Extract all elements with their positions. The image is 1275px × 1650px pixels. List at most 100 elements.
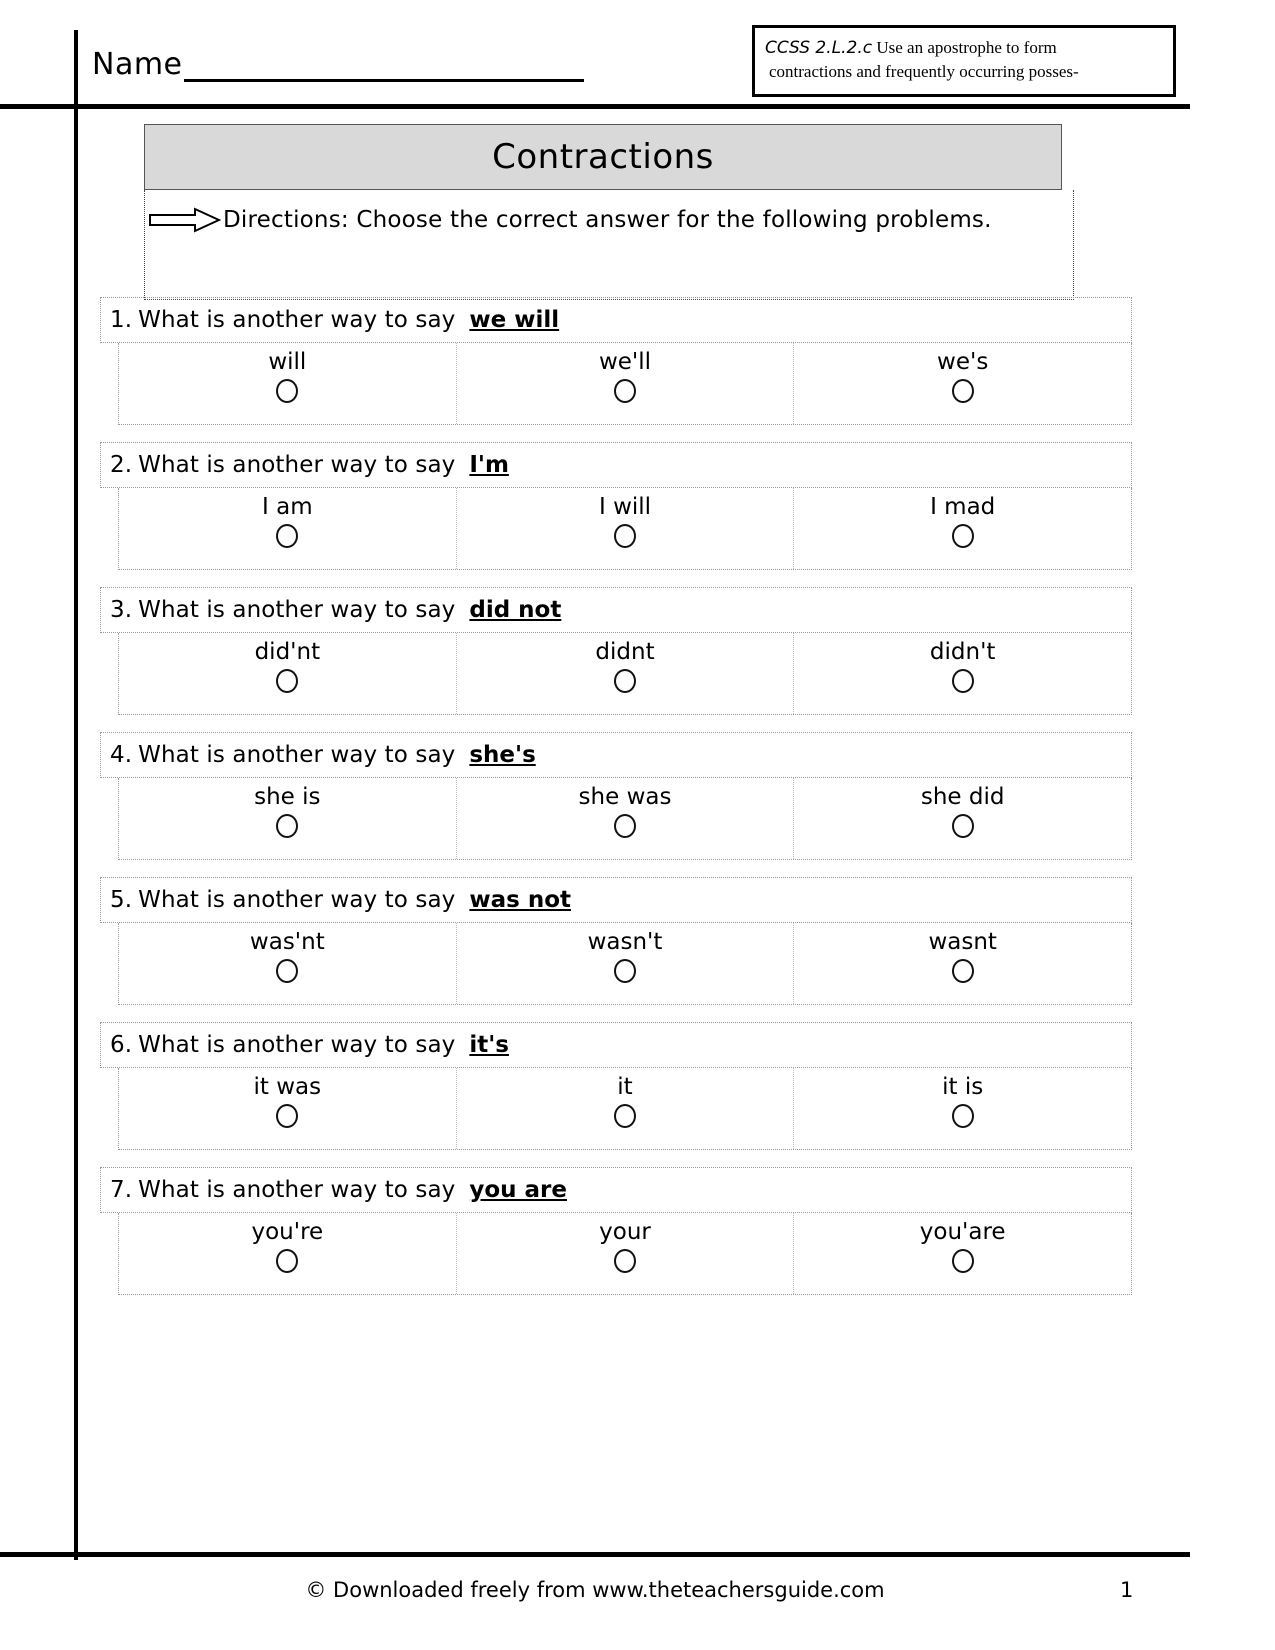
answer-option[interactable]: she was [457, 778, 795, 859]
answer-bubble[interactable] [276, 524, 299, 548]
arrow-right-icon [149, 207, 222, 233]
question-phrase: you are [469, 1177, 567, 1203]
question-row: 3. What is another way to say did not [100, 587, 1132, 633]
answer-bubble[interactable] [951, 379, 974, 403]
question-block: 6. What is another way to say it's it wa… [100, 1022, 1132, 1150]
answer-option[interactable]: it is [794, 1068, 1131, 1149]
question-stem: What is another way to say [138, 887, 456, 913]
answer-label: wasnt [928, 929, 997, 955]
question-phrase: I'm [469, 452, 509, 478]
answer-label: you're [251, 1219, 324, 1245]
answer-bubble[interactable] [276, 1104, 299, 1128]
answer-bubble[interactable] [951, 959, 974, 983]
answers-row: it was it it is [118, 1068, 1132, 1150]
answer-label: she did [920, 784, 1005, 810]
answer-bubble[interactable] [951, 1104, 974, 1128]
name-label: Name [92, 47, 183, 82]
question-number: 7. [110, 1177, 133, 1203]
answer-bubble[interactable] [614, 959, 636, 983]
question-row: 5. What is another way to say was not [100, 877, 1132, 923]
answer-bubble[interactable] [614, 669, 636, 693]
answers-row: was'nt wasn't wasnt [118, 923, 1132, 1005]
name-field-block: Name [92, 48, 584, 82]
directions-text: Directions: Choose the correct answer fo… [223, 207, 992, 233]
answer-bubble[interactable] [614, 379, 636, 403]
answer-option[interactable]: your [457, 1213, 795, 1294]
answer-bubble[interactable] [614, 524, 636, 548]
answer-option[interactable]: it [457, 1068, 795, 1149]
answer-bubble[interactable] [951, 814, 974, 838]
answer-label: you'are [919, 1219, 1006, 1245]
answer-bubble[interactable] [276, 379, 299, 403]
name-input-line[interactable] [183, 49, 584, 82]
answer-option[interactable]: will [119, 343, 457, 424]
question-stem: What is another way to say [138, 1177, 456, 1203]
question-stem: What is another way to say [138, 742, 456, 768]
answer-option[interactable]: you're [119, 1213, 457, 1294]
question-phrase: we will [469, 307, 560, 333]
page-left-rule [74, 30, 78, 1560]
answer-label: your [599, 1219, 651, 1245]
question-row: 1. What is another way to say we will [100, 297, 1132, 343]
question-block: 7. What is another way to say you are yo… [100, 1167, 1132, 1295]
question-phrase: it's [469, 1032, 509, 1058]
answer-bubble[interactable] [951, 524, 974, 548]
answer-option[interactable]: I mad [794, 488, 1131, 569]
question-block: 1. What is another way to say we will wi… [100, 297, 1132, 425]
answer-label: will [268, 349, 307, 375]
answer-option[interactable]: she is [119, 778, 457, 859]
answer-bubble[interactable] [614, 1249, 636, 1273]
footer-credit: © Downloaded freely from www.theteachers… [305, 1578, 885, 1602]
page-title: Contractions [492, 137, 714, 177]
question-row: 4. What is another way to say she's [100, 732, 1132, 778]
answer-bubble[interactable] [951, 669, 974, 693]
answer-option[interactable]: we'll [457, 343, 795, 424]
answer-label: she is [254, 784, 321, 810]
ccss-standard-box: CCSS 2.L.2.c Use an apostrophe to form c… [752, 25, 1176, 97]
answers-row: I am I will I mad [118, 488, 1132, 570]
answer-bubble[interactable] [276, 669, 299, 693]
question-row: 6. What is another way to say it's [100, 1022, 1132, 1068]
question-number: 3. [110, 597, 133, 623]
answer-bubble[interactable] [276, 814, 299, 838]
answer-option[interactable]: you'are [794, 1213, 1131, 1294]
answer-bubble[interactable] [276, 1249, 299, 1273]
answer-label: we'll [598, 349, 652, 375]
answer-bubble[interactable] [276, 959, 299, 983]
answers-row: she is she was she did [118, 778, 1132, 860]
answer-option[interactable]: wasn't [457, 923, 795, 1004]
answer-option[interactable]: was'nt [119, 923, 457, 1004]
questions-list: 1. What is another way to say we will wi… [100, 297, 1132, 1312]
answer-option[interactable]: didnt [457, 633, 795, 714]
ccss-description-line-2: contractions and frequently occurring po… [769, 62, 1079, 81]
question-phrase: did not [469, 597, 562, 623]
question-stem: What is another way to say [138, 307, 456, 333]
page-bottom-rule [0, 1552, 1190, 1557]
answer-option[interactable]: didn't [794, 633, 1131, 714]
question-block: 3. What is another way to say did not di… [100, 587, 1132, 715]
answer-label: it is [942, 1074, 984, 1100]
answer-option[interactable]: I will [457, 488, 795, 569]
question-phrase: she's [469, 742, 536, 768]
answer-option[interactable]: did'nt [119, 633, 457, 714]
question-phrase: was not [469, 887, 571, 913]
answer-label: I am [262, 494, 313, 520]
answer-label: wasn't [587, 929, 663, 955]
page-number: 1 [1120, 1578, 1134, 1602]
answer-label: didnt [595, 639, 655, 665]
answer-option[interactable]: we's [794, 343, 1131, 424]
answer-label: it [617, 1074, 633, 1100]
question-row: 2. What is another way to say I'm [100, 442, 1132, 488]
question-block: 2. What is another way to say I'm I am I… [100, 442, 1132, 570]
answer-label: she was [578, 784, 672, 810]
answers-row: you're your you'are [118, 1213, 1132, 1295]
answer-bubble[interactable] [614, 1104, 636, 1128]
answer-option[interactable]: wasnt [794, 923, 1131, 1004]
answer-label: I will [598, 494, 652, 520]
answer-option[interactable]: she did [794, 778, 1131, 859]
question-number: 6. [110, 1032, 133, 1058]
answer-option[interactable]: it was [119, 1068, 457, 1149]
answer-bubble[interactable] [614, 814, 636, 838]
answer-bubble[interactable] [951, 1249, 974, 1273]
answer-option[interactable]: I am [119, 488, 457, 569]
